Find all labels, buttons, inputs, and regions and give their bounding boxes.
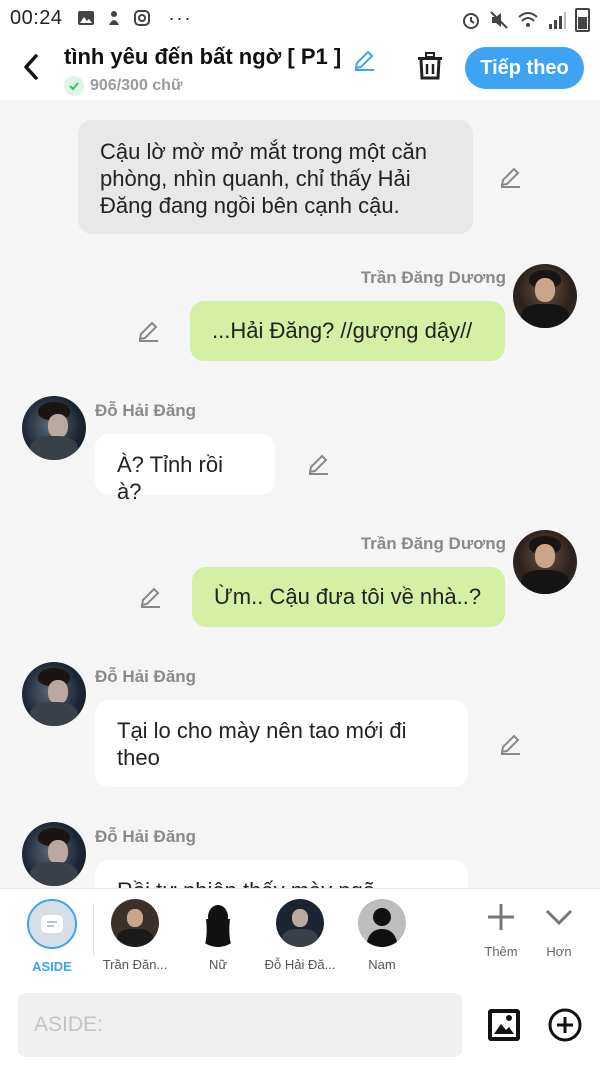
male-silhouette-icon bbox=[358, 899, 406, 947]
avatar[interactable] bbox=[513, 530, 577, 594]
header: tình yêu đến bất ngờ [ P1 ] 906/300 chữ … bbox=[0, 36, 600, 100]
edit-message-icon[interactable] bbox=[306, 452, 330, 476]
avatar[interactable] bbox=[22, 662, 86, 726]
character-do-hai-dang[interactable]: Đỗ Hải Đă... bbox=[260, 899, 340, 972]
sender-name: Trần Đăng Dương bbox=[360, 268, 506, 287]
status-time: 00:24 bbox=[10, 6, 63, 29]
character-aside[interactable]: ASIDE bbox=[12, 899, 92, 974]
more-button[interactable]: Hơn bbox=[534, 901, 584, 959]
message-input[interactable] bbox=[18, 993, 462, 1057]
signal-icon bbox=[549, 12, 566, 29]
avatar[interactable] bbox=[22, 396, 86, 460]
trash-icon[interactable] bbox=[414, 50, 446, 82]
sender-name: Đỗ Hải Đăng bbox=[95, 401, 197, 420]
character-female[interactable]: Nữ bbox=[178, 899, 258, 972]
edit-title-icon[interactable] bbox=[352, 48, 376, 72]
character-name: Trần Đăn... bbox=[102, 957, 168, 972]
message-text: Cậu lờ mờ mở mắt trong một căn phòng, nh… bbox=[100, 139, 427, 218]
battery-icon bbox=[575, 8, 590, 32]
next-button[interactable]: Tiếp theo bbox=[465, 47, 584, 89]
sender-name: Trần Đăng Dương bbox=[360, 534, 506, 553]
character-tran-dang-duong[interactable]: Trần Đăn... bbox=[95, 899, 175, 972]
message-bubble[interactable]: À? Tỉnh rồi à? bbox=[95, 434, 275, 504]
edit-message-icon[interactable] bbox=[498, 732, 522, 756]
add-character-button[interactable]: Thêm bbox=[476, 901, 526, 959]
plus-icon bbox=[488, 904, 514, 930]
avatar bbox=[276, 899, 324, 947]
aside-avatar bbox=[27, 899, 77, 949]
character-male[interactable]: Nam bbox=[342, 899, 422, 972]
message-text: Rồi tự nhiên thấy mày ngã bbox=[117, 878, 375, 888]
image-icon[interactable] bbox=[486, 1007, 522, 1043]
message-text: ...Hải Đăng? //gượng dậy// bbox=[212, 318, 473, 343]
message-bubble[interactable]: ...Hải Đăng? //gượng dậy// bbox=[190, 301, 505, 361]
sender-name: Đỗ Hải Đăng bbox=[95, 827, 197, 846]
edit-message-icon[interactable] bbox=[136, 319, 160, 343]
avatar[interactable] bbox=[22, 822, 86, 886]
more-label: Hơn bbox=[546, 944, 572, 959]
edit-message-icon[interactable] bbox=[138, 585, 162, 609]
divider bbox=[93, 903, 94, 955]
instagram-icon bbox=[133, 10, 150, 26]
message-text: À? Tỉnh rồi à? bbox=[117, 452, 223, 504]
female-silhouette-icon bbox=[194, 899, 242, 947]
check-icon bbox=[64, 75, 84, 96]
story-title: tình yêu đến bất ngờ [ P1 ] bbox=[64, 44, 342, 69]
narration-bubble[interactable]: Cậu lờ mờ mở mắt trong một căn phòng, nh… bbox=[78, 120, 473, 234]
title-block: tình yêu đến bất ngờ [ P1 ] 906/300 chữ bbox=[64, 44, 376, 96]
status-more-icon: ··· bbox=[168, 7, 193, 28]
message-bubble[interactable]: Ừm.. Cậu đưa tôi về nhà..? bbox=[192, 567, 505, 627]
message-bubble[interactable]: Tại lo cho mày nên tao mới đi theo bbox=[95, 700, 468, 787]
message-text: Tại lo cho mày nên tao mới đi theo bbox=[117, 718, 407, 770]
character-name: Nam bbox=[368, 957, 396, 972]
word-count: 906/300 chữ bbox=[90, 76, 183, 94]
character-name: Đỗ Hải Đă... bbox=[264, 957, 336, 972]
edit-message-icon[interactable] bbox=[498, 165, 522, 189]
character-name: ASIDE bbox=[32, 959, 72, 974]
message-bubble[interactable]: Rồi tự nhiên thấy mày ngã bbox=[95, 860, 468, 888]
message-list[interactable]: Cậu lờ mờ mở mắt trong một căn phòng, nh… bbox=[0, 100, 600, 888]
sender-name: Đỗ Hải Đăng bbox=[95, 667, 197, 686]
add-label: Thêm bbox=[484, 944, 518, 959]
character-bar: ASIDE Trần Đăn... Nữ Đỗ Hải Đă... Nam Th… bbox=[0, 888, 600, 984]
alarm-icon bbox=[463, 13, 479, 29]
character-name: Nữ bbox=[208, 957, 228, 972]
add-circle-icon[interactable] bbox=[547, 1007, 583, 1043]
chat-bubble-icon bbox=[41, 915, 63, 933]
input-bar bbox=[0, 983, 600, 1067]
wifi-icon bbox=[518, 12, 538, 27]
notification-icon bbox=[108, 11, 119, 25]
status-bar: 00:24 ··· bbox=[0, 0, 600, 36]
mute-icon bbox=[490, 11, 508, 29]
gallery-icon bbox=[77, 11, 94, 25]
message-text: Ừm.. Cậu đưa tôi về nhà..? bbox=[214, 584, 482, 609]
chevron-down-icon bbox=[545, 909, 573, 926]
avatar[interactable] bbox=[513, 264, 577, 328]
avatar bbox=[111, 899, 159, 947]
back-icon[interactable] bbox=[18, 50, 48, 84]
